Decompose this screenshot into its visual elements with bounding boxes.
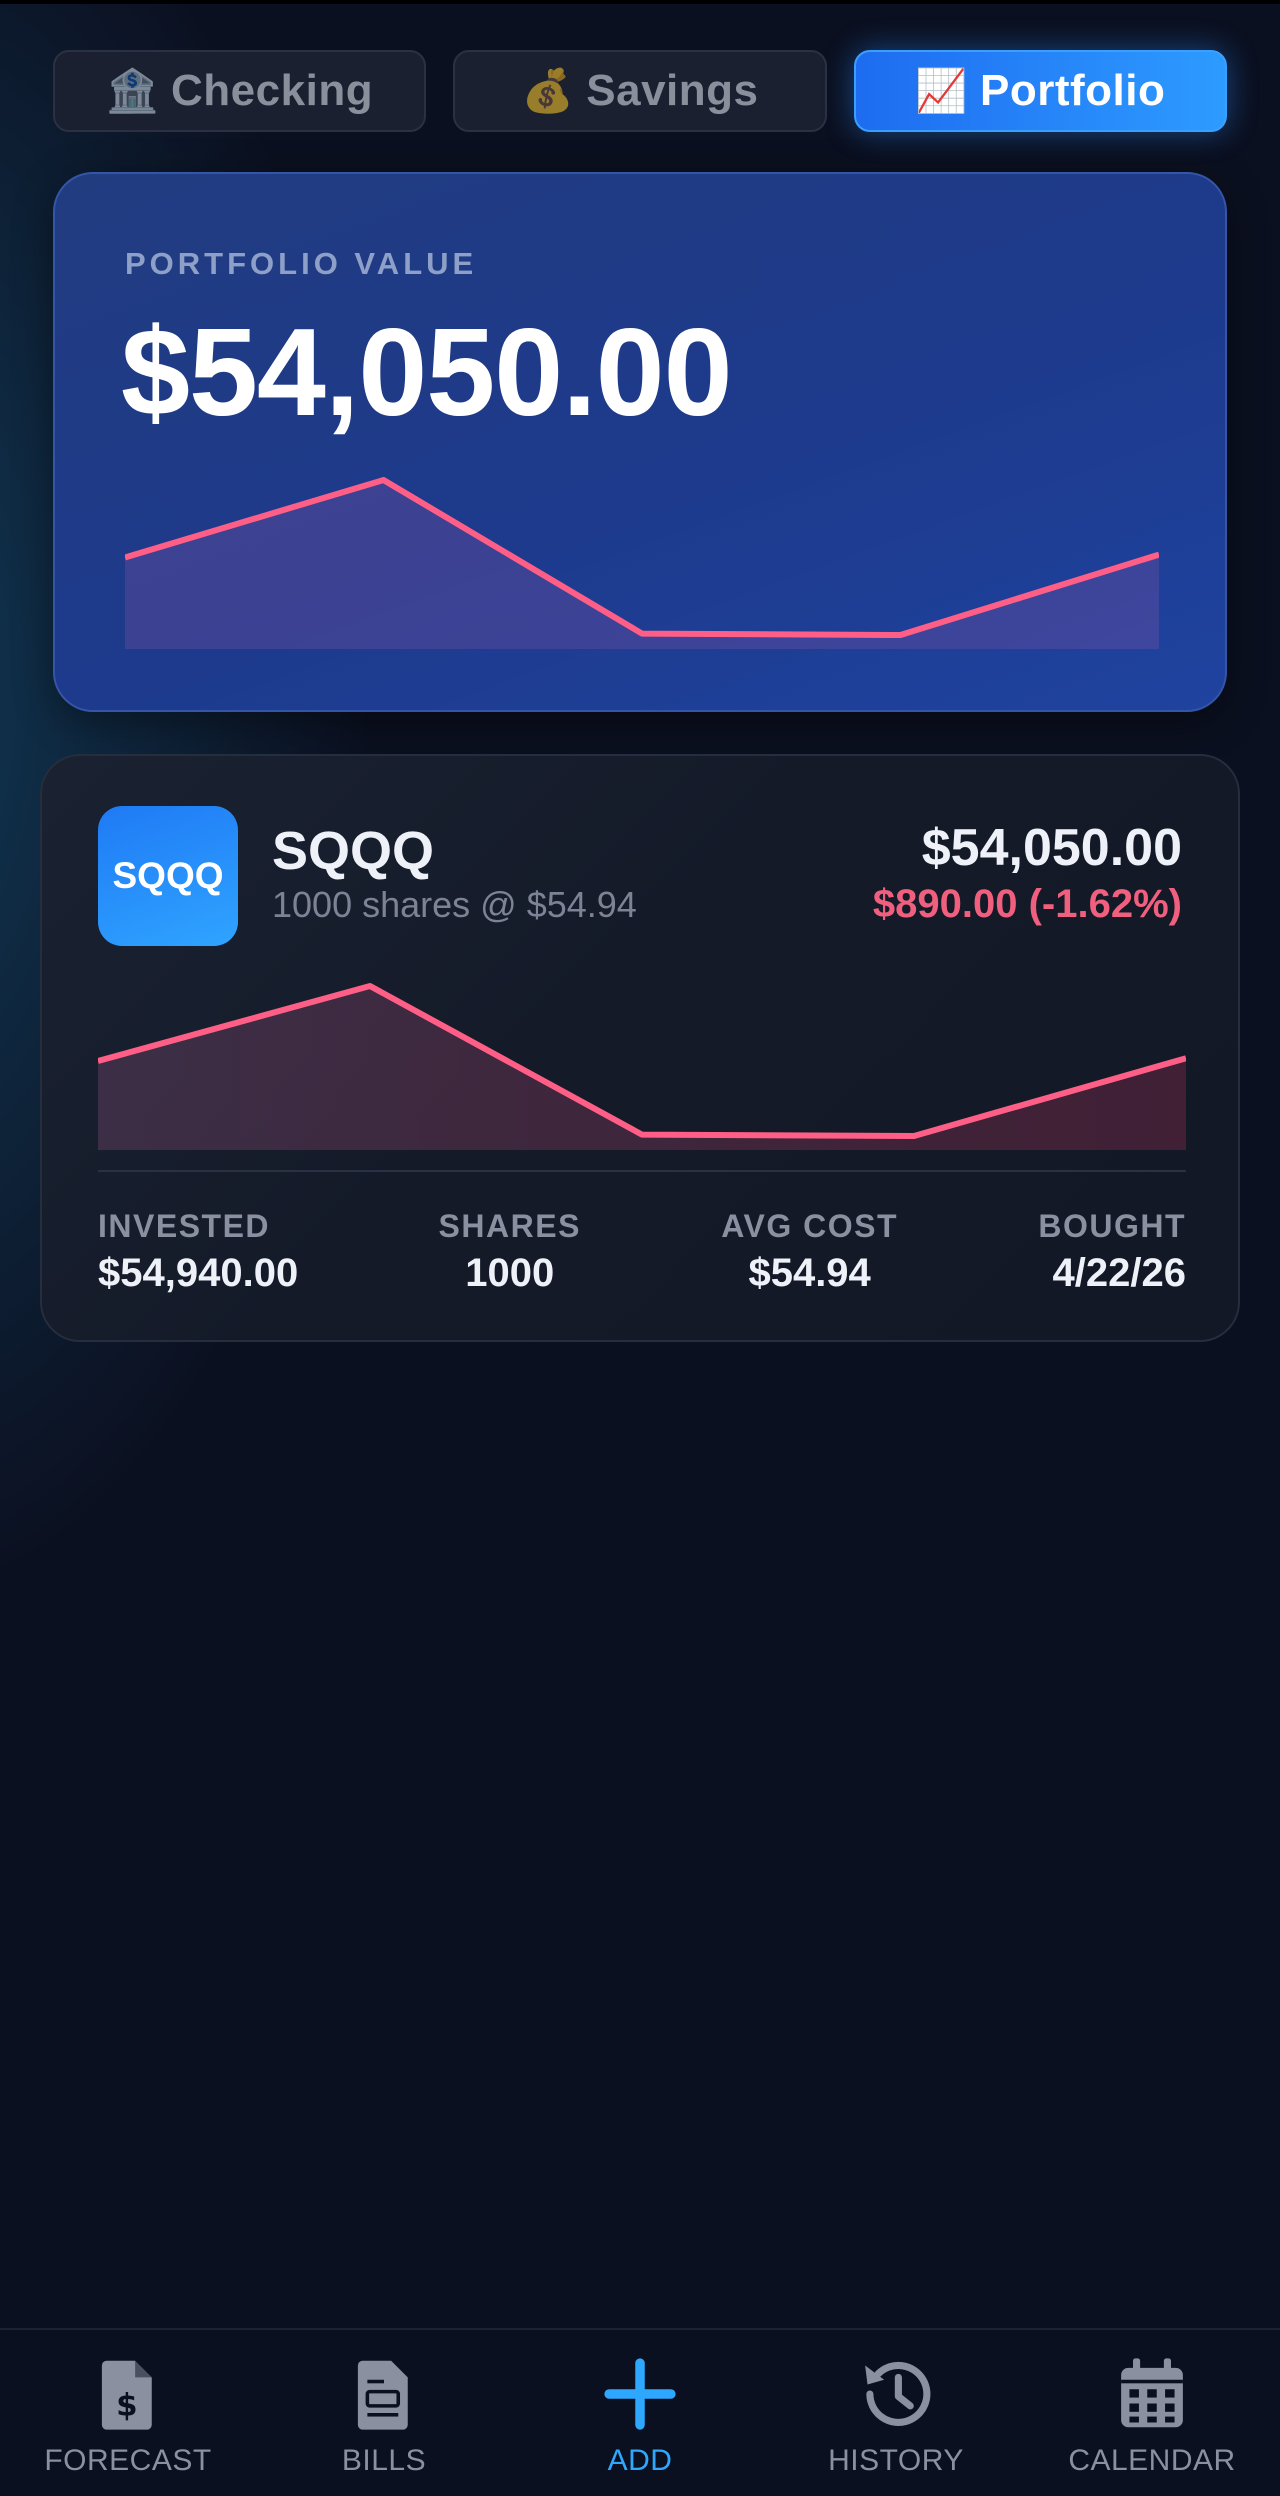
stat-label: SHARES	[438, 1208, 581, 1244]
nav-add[interactable]: ADD	[512, 2330, 768, 2496]
holding-sparkline	[98, 983, 1186, 1150]
stat-value: $54,940.00	[98, 1251, 299, 1295]
portfolio-value-amount: $54,050.00	[121, 304, 733, 442]
money-bag-icon: 💰	[521, 66, 575, 114]
nav-label: CALENDAR	[1068, 2444, 1236, 2477]
nav-bills[interactable]: BILLS	[256, 2330, 512, 2496]
bills-icon	[357, 2360, 408, 2430]
divider	[98, 1170, 1186, 1172]
stat-value: 1000	[465, 1251, 555, 1295]
stat-shares: SHARES 1000	[439, 1208, 581, 1296]
nav-forecast[interactable]: $ FORECAST	[0, 2330, 256, 2496]
portfolio-value-label: PORTFOLIO VALUE	[125, 246, 478, 281]
ticker-logo: SQQQ	[98, 806, 238, 946]
svg-text:$: $	[116, 2387, 137, 2423]
portfolio-sparkline	[125, 477, 1159, 649]
stat-label: AVG COST	[721, 1208, 898, 1244]
account-tabs: 🏦 Checking 💰 Savings 📈 Portfolio	[53, 50, 1227, 132]
stat-label: INVESTED	[98, 1208, 271, 1244]
shares-summary: 1000 shares @ $54.94	[272, 884, 637, 925]
holding-stats: INVESTED $54,940.00 SHARES 1000 AVG COST…	[98, 1208, 1186, 1296]
portfolio-value-card: PORTFOLIO VALUE $54,050.00	[53, 172, 1227, 712]
bank-icon: 🏦	[106, 66, 160, 114]
stat-value: $54.94	[748, 1251, 871, 1295]
calendar-icon	[1121, 2358, 1183, 2428]
nav-label: HISTORY	[828, 2444, 964, 2477]
stat-bought: BOUGHT 4/22/26	[1038, 1208, 1186, 1296]
stat-value: 4/22/26	[1052, 1251, 1186, 1295]
sparkline-area	[125, 480, 1159, 649]
tab-label: Portfolio	[980, 66, 1166, 115]
sparkline-area	[98, 986, 1186, 1150]
tab-checking[interactable]: 🏦 Checking	[53, 50, 427, 132]
holding-value: $54,050.00	[921, 819, 1182, 877]
tab-label: Savings	[586, 66, 759, 115]
nav-calendar[interactable]: CALENDAR	[1024, 2330, 1280, 2496]
tab-savings[interactable]: 💰 Savings	[453, 50, 827, 132]
nav-label: FORECAST	[44, 2444, 212, 2477]
top-edge	[0, 0, 1280, 4]
chart-up-icon: 📈	[915, 66, 969, 114]
stat-avg-cost: AVG COST $54.94	[721, 1208, 898, 1296]
tab-label: Checking	[171, 66, 374, 115]
tab-portfolio[interactable]: 📈 Portfolio	[853, 50, 1227, 132]
forecast-icon: $	[101, 2360, 152, 2430]
bottom-nav: $ FORECAST BILLS ADD HISTORY CALENDAR	[0, 2328, 1280, 2496]
history-icon	[865, 2361, 931, 2426]
stat-invested: INVESTED $54,940.00	[98, 1208, 298, 1296]
nav-label: ADD	[607, 2444, 673, 2477]
nav-history[interactable]: HISTORY	[768, 2330, 1024, 2496]
holding-card-sqqq[interactable]: SQQQ SQQQ 1000 shares @ $54.94 $54,050.0…	[40, 754, 1240, 1342]
holding-change: $890.00 (-1.62%)	[872, 882, 1182, 926]
ticker-symbol: SQQQ	[272, 821, 435, 881]
stat-label: BOUGHT	[1038, 1208, 1186, 1244]
nav-label: BILLS	[341, 2444, 427, 2477]
add-icon	[604, 2358, 676, 2430]
